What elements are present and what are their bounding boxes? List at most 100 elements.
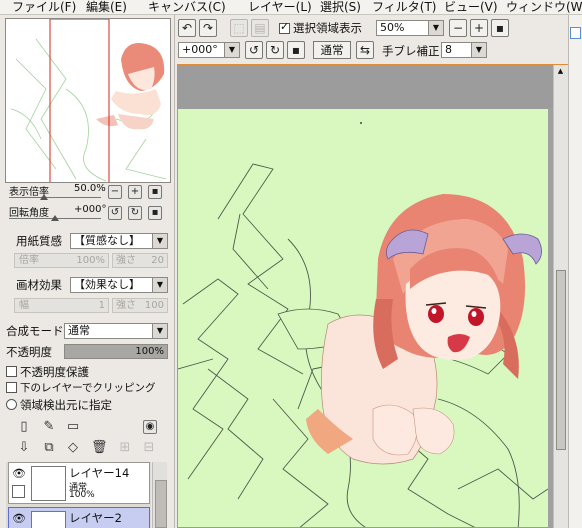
menu-window[interactable]: ウィンドウ(W)	[506, 0, 582, 14]
menu-select[interactable]: 選択(S)	[320, 0, 361, 14]
effect-select[interactable]: 【効果なし】 ▼	[70, 277, 168, 293]
paper-strength-label: 強さ	[116, 255, 136, 266]
zoom-select[interactable]: 50% ▼	[376, 20, 444, 36]
menu-file[interactable]: ファイル(F)	[12, 0, 76, 14]
chevron-down-icon: ▼	[152, 234, 167, 248]
effect-strength-field: 強さ 100	[112, 298, 168, 313]
rotation-slider-handle[interactable]	[51, 215, 59, 221]
flip-horizontal-button[interactable]: ⇆	[356, 41, 374, 59]
left-panel: 表示倍率 50.0% − + ▪ 回転角度 +000° ↺ ↻ ▪ 用紙質感 【…	[0, 15, 175, 528]
rotation-label: 回転角度	[9, 208, 49, 219]
new-layer-icon[interactable]: ▯	[16, 418, 32, 435]
panel-indicator	[570, 27, 581, 39]
toolbar-rotate-right-button[interactable]: ↻	[266, 41, 284, 59]
rotation-select[interactable]: +000° ▼	[178, 42, 240, 58]
scroll-up-icon[interactable]: ▲	[556, 67, 565, 75]
menu-layer[interactable]: レイヤー(L)	[248, 0, 312, 14]
layer-mask-button[interactable]: ◉	[143, 420, 157, 434]
clear-layer-icon[interactable]: ◇	[65, 439, 81, 456]
invert-selection-button: ▤	[251, 19, 269, 37]
effect-width-value: 1	[98, 300, 105, 311]
scroll-thumb[interactable]	[556, 270, 566, 450]
layer-name: レイヤー2	[69, 511, 122, 525]
effect-value: 【効果なし】	[74, 278, 140, 291]
toolbar-rotation-reset-button[interactable]: ▪	[287, 41, 305, 59]
paper-scale-label: 倍率	[19, 255, 39, 266]
selection-source-label: 領域検出元に指定	[20, 398, 112, 412]
effect-label: 画材効果	[16, 278, 62, 292]
blend-mode-select[interactable]: 通常 ▼	[64, 323, 168, 339]
new-linework-layer-icon[interactable]: ✎	[41, 418, 57, 435]
blend-mode-label: 合成モード	[6, 324, 64, 338]
canvas-vertical-scrollbar[interactable]: ▲	[553, 65, 568, 528]
rotate-left-button[interactable]: ↺	[108, 206, 122, 220]
layer-row-2[interactable]: 👁 レイヤー2	[8, 507, 150, 528]
chevron-down-icon: ▼	[224, 43, 239, 57]
navigator-preview[interactable]	[5, 18, 171, 183]
canvas-artwork	[178, 122, 549, 527]
undo-button[interactable]: ↶	[178, 19, 196, 37]
rotate-right-button[interactable]: ↻	[128, 206, 142, 220]
layer-name: レイヤー14	[69, 466, 130, 480]
canvas-paper[interactable]	[178, 109, 549, 527]
zoom-out-button[interactable]: −	[108, 185, 122, 199]
show-selection-checkbox[interactable]: ✓	[279, 20, 290, 34]
menu-canvas[interactable]: キャンバス(C)	[148, 0, 226, 14]
chevron-down-icon: ▼	[152, 278, 167, 292]
clipping-checkbox[interactable]	[6, 382, 17, 393]
paper-texture-value: 【質感なし】	[74, 234, 140, 247]
toolbar-zoom-reset-button[interactable]: ▪	[491, 19, 509, 37]
lock-opacity-checkbox[interactable]	[6, 366, 17, 377]
rotation-value: +000°	[74, 204, 107, 215]
stabilizer-value: 8	[445, 43, 452, 56]
paper-scale-field: 倍率 100%	[14, 253, 109, 268]
menu-edit[interactable]: 編集(E)	[86, 0, 127, 14]
toolbar-rotate-left-button[interactable]: ↺	[245, 41, 263, 59]
zoom-slider[interactable]	[9, 197, 101, 198]
redo-button[interactable]: ↷	[199, 19, 217, 37]
layer-list-scrollbar[interactable]	[152, 462, 167, 528]
trash-icon[interactable]: 🗑	[91, 439, 108, 456]
flip-mode-button[interactable]: 通常	[313, 41, 351, 59]
effect-strength-value: 100	[144, 300, 164, 311]
opacity-slider[interactable]: 100%	[64, 344, 168, 359]
transfer-down-icon[interactable]: ⇩	[16, 439, 32, 456]
new-folder-icon[interactable]: ▭	[65, 418, 81, 435]
deselect-button: ⬚	[230, 19, 248, 37]
layer-row-14[interactable]: 👁 レイヤー14 通常 100%	[8, 462, 150, 504]
chevron-down-icon: ▼	[428, 21, 443, 35]
lock-checkbox[interactable]	[12, 485, 25, 498]
eye-icon[interactable]: 👁	[12, 512, 26, 525]
layer-thumbnail	[31, 466, 66, 501]
selection-source-checkbox[interactable]	[6, 399, 17, 410]
layer-thumbnail	[31, 511, 66, 528]
paper-strength-field: 強さ 20	[112, 253, 168, 268]
zoom-value: 50.0%	[74, 183, 106, 194]
effect-strength-label: 強さ	[116, 300, 136, 311]
effect-width-label: 幅	[19, 300, 29, 311]
merge-down-icon[interactable]: ⧉	[41, 439, 57, 456]
zoom-in-button[interactable]: +	[128, 185, 142, 199]
rotation-select-value: +000°	[182, 43, 218, 56]
chevron-down-icon: ▼	[152, 324, 167, 338]
layer-list: 👁 レイヤー14 通常 100% 👁 レイヤー2	[6, 462, 151, 528]
toolbar-zoom-in-button[interactable]: +	[470, 19, 488, 37]
effect-width-field: 幅 1	[14, 298, 109, 313]
layer-scroll-thumb[interactable]	[155, 480, 167, 528]
menu-filter[interactable]: フィルタ(T)	[372, 0, 436, 14]
paper-texture-select[interactable]: 【質感なし】 ▼	[70, 233, 168, 249]
menu-view[interactable]: ビュー(V)	[444, 0, 498, 14]
zoom-reset-button[interactable]: ▪	[148, 185, 162, 199]
blend-mode-value: 通常	[68, 324, 90, 337]
zoom-slider-handle[interactable]	[40, 194, 48, 200]
canvas-viewport[interactable]	[177, 64, 568, 528]
paper-scale-value: 100%	[76, 255, 105, 266]
menu-bar: ファイル(F) 編集(E) キャンバス(C) レイヤー(L) 選択(S) フィル…	[0, 0, 582, 15]
toolbar-zoom-out-button[interactable]: −	[449, 19, 467, 37]
opacity-value: 100%	[135, 346, 164, 357]
rotation-reset-button[interactable]: ▪	[148, 206, 162, 220]
canvas-toolbar: ↶ ↷ ⬚ ▤ ✓ 選択領域表示 50% ▼ − + ▪ +000° ▼ ↺ ↻…	[175, 15, 582, 63]
stabilizer-select[interactable]: 8 ▼	[441, 42, 487, 58]
clipping-label: 下のレイヤーでクリッピング	[20, 382, 156, 394]
eye-icon[interactable]: 👁	[12, 467, 26, 480]
